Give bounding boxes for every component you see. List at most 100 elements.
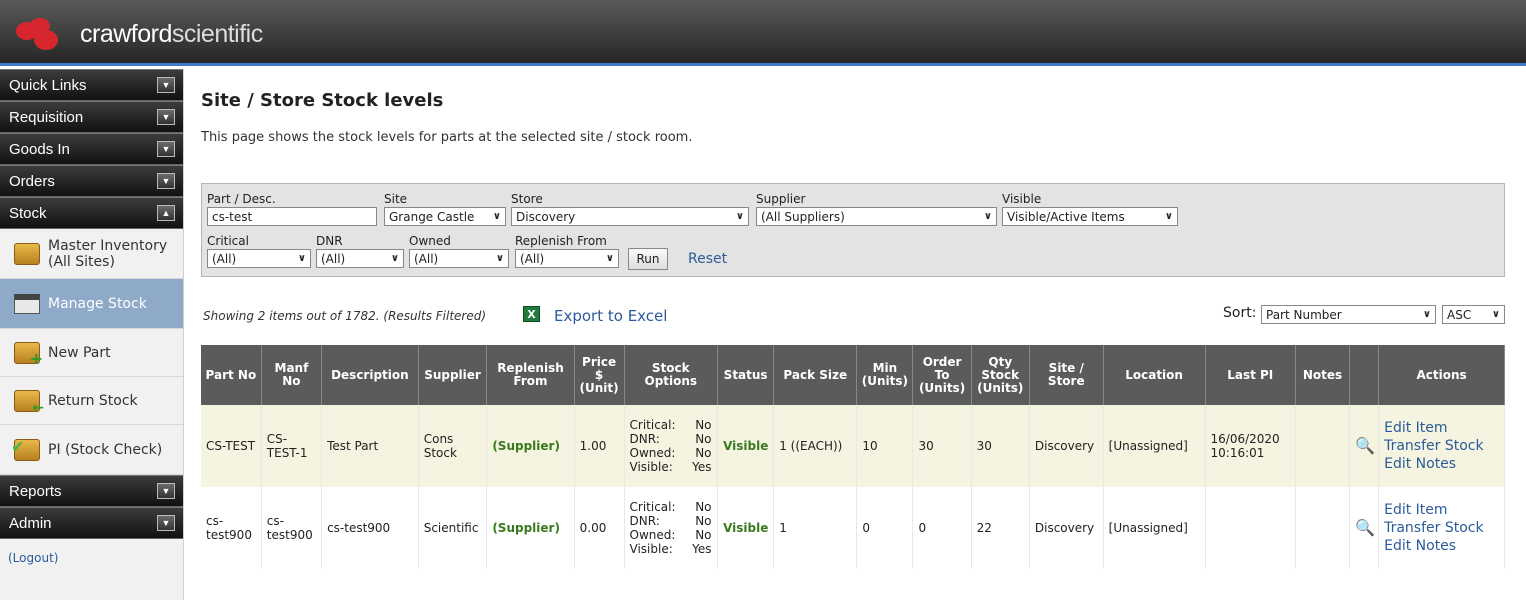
cell-manf-no: cs-test900 — [261, 487, 323, 569]
sort-field-select[interactable]: Part Number ∨ — [1261, 305, 1436, 324]
store-select[interactable]: Discovery ∨ — [511, 207, 749, 226]
chevron-down-icon: ∨ — [735, 211, 744, 222]
cell-pack-size: 1 ((EACH)) — [773, 405, 858, 487]
col-description[interactable]: Description — [321, 345, 419, 405]
chevron-up-icon[interactable]: ▲ — [157, 205, 175, 221]
col-last-pi[interactable]: Last PI — [1205, 345, 1296, 405]
site-select[interactable]: Grange Castle ∨ — [384, 207, 506, 226]
col-min[interactable]: Min (Units) — [856, 345, 914, 405]
col-qty-stock[interactable]: Qty Stock (Units) — [971, 345, 1030, 405]
chevron-down-icon[interactable]: ▼ — [157, 515, 175, 531]
filter-dnr: DNR (All) ∨ — [316, 234, 404, 268]
sidebar-item-return-stock[interactable]: Return Stock — [0, 377, 183, 425]
col-stock-options[interactable]: Stock Options — [624, 345, 719, 405]
cell-actions: Edit Item Transfer Stock Edit Notes — [1378, 487, 1505, 569]
menu-label: Admin — [9, 514, 52, 532]
chevron-down-icon[interactable]: ▼ — [157, 173, 175, 189]
chevron-down-icon: ∨ — [605, 253, 614, 264]
chevron-down-icon[interactable]: ▼ — [157, 109, 175, 125]
brand-logo[interactable]: crawfordscientific — [14, 18, 263, 50]
transfer-stock-link[interactable]: Transfer Stock — [1384, 519, 1499, 537]
run-button[interactable]: Run — [628, 248, 668, 270]
col-supplier[interactable]: Supplier — [418, 345, 488, 405]
sidebar-item-master-inventory[interactable]: Master Inventory (All Sites) — [0, 229, 183, 279]
logout-link[interactable]: (Logout) — [0, 539, 183, 577]
menu-label: Requisition — [9, 108, 84, 126]
edit-notes-link[interactable]: Edit Notes — [1384, 537, 1499, 555]
col-site-store[interactable]: Site / Store — [1029, 345, 1104, 405]
menu-admin[interactable]: Admin ▼ — [0, 507, 183, 539]
chevron-down-icon: ∨ — [1491, 309, 1500, 320]
transfer-stock-link[interactable]: Transfer Stock — [1384, 437, 1499, 455]
col-notes[interactable]: Notes — [1295, 345, 1351, 405]
col-manf-no[interactable]: Manf No — [261, 345, 323, 405]
menu-goods-in[interactable]: Goods In ▼ — [0, 133, 183, 165]
export-excel-link[interactable]: Export to Excel — [554, 307, 667, 325]
chevron-down-icon[interactable]: ▼ — [157, 77, 175, 93]
cell-qty-stock: 22 — [971, 487, 1030, 569]
col-order-to[interactable]: Order To (Units) — [912, 345, 972, 405]
edit-item-link[interactable]: Edit Item — [1384, 419, 1499, 437]
main-content: Site / Store Stock levels This page show… — [201, 69, 1511, 569]
sidebar-item-manage-stock[interactable]: Manage Stock — [0, 279, 183, 329]
col-location[interactable]: Location — [1103, 345, 1206, 405]
chevron-down-icon: ∨ — [297, 253, 306, 264]
filter-replenish: Replenish From (All) ∨ — [515, 234, 619, 268]
sort-direction-select[interactable]: ASC ∨ — [1442, 305, 1505, 324]
supplier-select[interactable]: (All Suppliers) ∨ — [756, 207, 997, 226]
replenish-select[interactable]: (All) ∨ — [515, 249, 619, 268]
filter-critical: Critical (All) ∨ — [207, 234, 311, 268]
visible-select[interactable]: Visible/Active Items ∨ — [1002, 207, 1178, 226]
excel-icon[interactable]: X — [523, 306, 540, 322]
chevron-down-icon: ∨ — [390, 253, 399, 264]
col-pack-size[interactable]: Pack Size — [773, 345, 858, 405]
menu-orders[interactable]: Orders ▼ — [0, 165, 183, 197]
cell-stock-options: Critical: No DNR: No Owned: No Visible: Yes — [624, 405, 719, 487]
sidebar-item-new-part[interactable]: New Part — [0, 329, 183, 377]
cell-supplier: Cons Stock — [418, 405, 488, 487]
chevron-down-icon: ∨ — [495, 253, 504, 264]
chevron-down-icon: ∨ — [1164, 211, 1173, 222]
col-status[interactable]: Status — [717, 345, 775, 405]
menu-stock[interactable]: Stock ▲ — [0, 197, 183, 229]
edit-notes-link[interactable]: Edit Notes — [1384, 455, 1499, 473]
col-price[interactable]: Price $ (Unit) — [574, 345, 625, 405]
critical-select[interactable]: (All) ∨ — [207, 249, 311, 268]
menu-requisition[interactable]: Requisition ▼ — [0, 101, 183, 133]
col-actions: Actions — [1378, 345, 1505, 405]
magnifier-icon[interactable]: 🔍 — [1355, 436, 1375, 455]
filter-part-desc: Part / Desc. cs-test — [207, 192, 377, 226]
cell-location: [Unassigned] — [1103, 405, 1206, 487]
sidebar-item-pi-stock-check[interactable]: PI (Stock Check) — [0, 425, 183, 475]
edit-item-link[interactable]: Edit Item — [1384, 501, 1499, 519]
app-header: crawfordscientific — [0, 0, 1526, 66]
menu-quick-links[interactable]: Quick Links ▼ — [0, 69, 183, 101]
cell-replenish: (Supplier) — [486, 405, 575, 487]
menu-reports[interactable]: Reports ▼ — [0, 475, 183, 507]
part-desc-input[interactable]: cs-test — [207, 207, 377, 226]
chevron-down-icon[interactable]: ▼ — [157, 141, 175, 157]
cell-last-pi — [1205, 487, 1296, 569]
menu-label: Goods In — [9, 140, 70, 158]
magnifier-icon[interactable]: 🔍 — [1355, 518, 1375, 537]
filter-panel: Part / Desc. cs-test Site Grange Castle ∨… — [201, 183, 1505, 277]
cell-qty-stock: 30 — [971, 405, 1030, 487]
col-part-no[interactable]: Part No — [201, 345, 262, 405]
owned-select[interactable]: (All) ∨ — [409, 249, 509, 268]
sidebar-item-label: PI (Stock Check) — [48, 441, 163, 458]
cell-status: Visible — [717, 487, 775, 569]
chevron-down-icon[interactable]: ▼ — [157, 483, 175, 499]
clapper-icon — [12, 290, 42, 318]
page-intro: This page shows the stock levels for par… — [201, 130, 693, 145]
cell-manf-no: CS-TEST-1 — [261, 405, 323, 487]
cell-min: 10 — [856, 405, 914, 487]
sidebar-item-label: New Part — [48, 344, 111, 361]
filter-visible: Visible Visible/Active Items ∨ — [1002, 192, 1178, 226]
reset-link[interactable]: Reset — [688, 251, 727, 267]
sort-label: Sort: — [1223, 305, 1257, 321]
col-replenish[interactable]: Replenish From — [486, 345, 575, 405]
dnr-select[interactable]: (All) ∨ — [316, 249, 404, 268]
menu-label: Stock — [9, 204, 47, 222]
page-title: Site / Store Stock levels — [201, 90, 444, 111]
sidebar-item-label: Manage Stock — [48, 295, 147, 312]
